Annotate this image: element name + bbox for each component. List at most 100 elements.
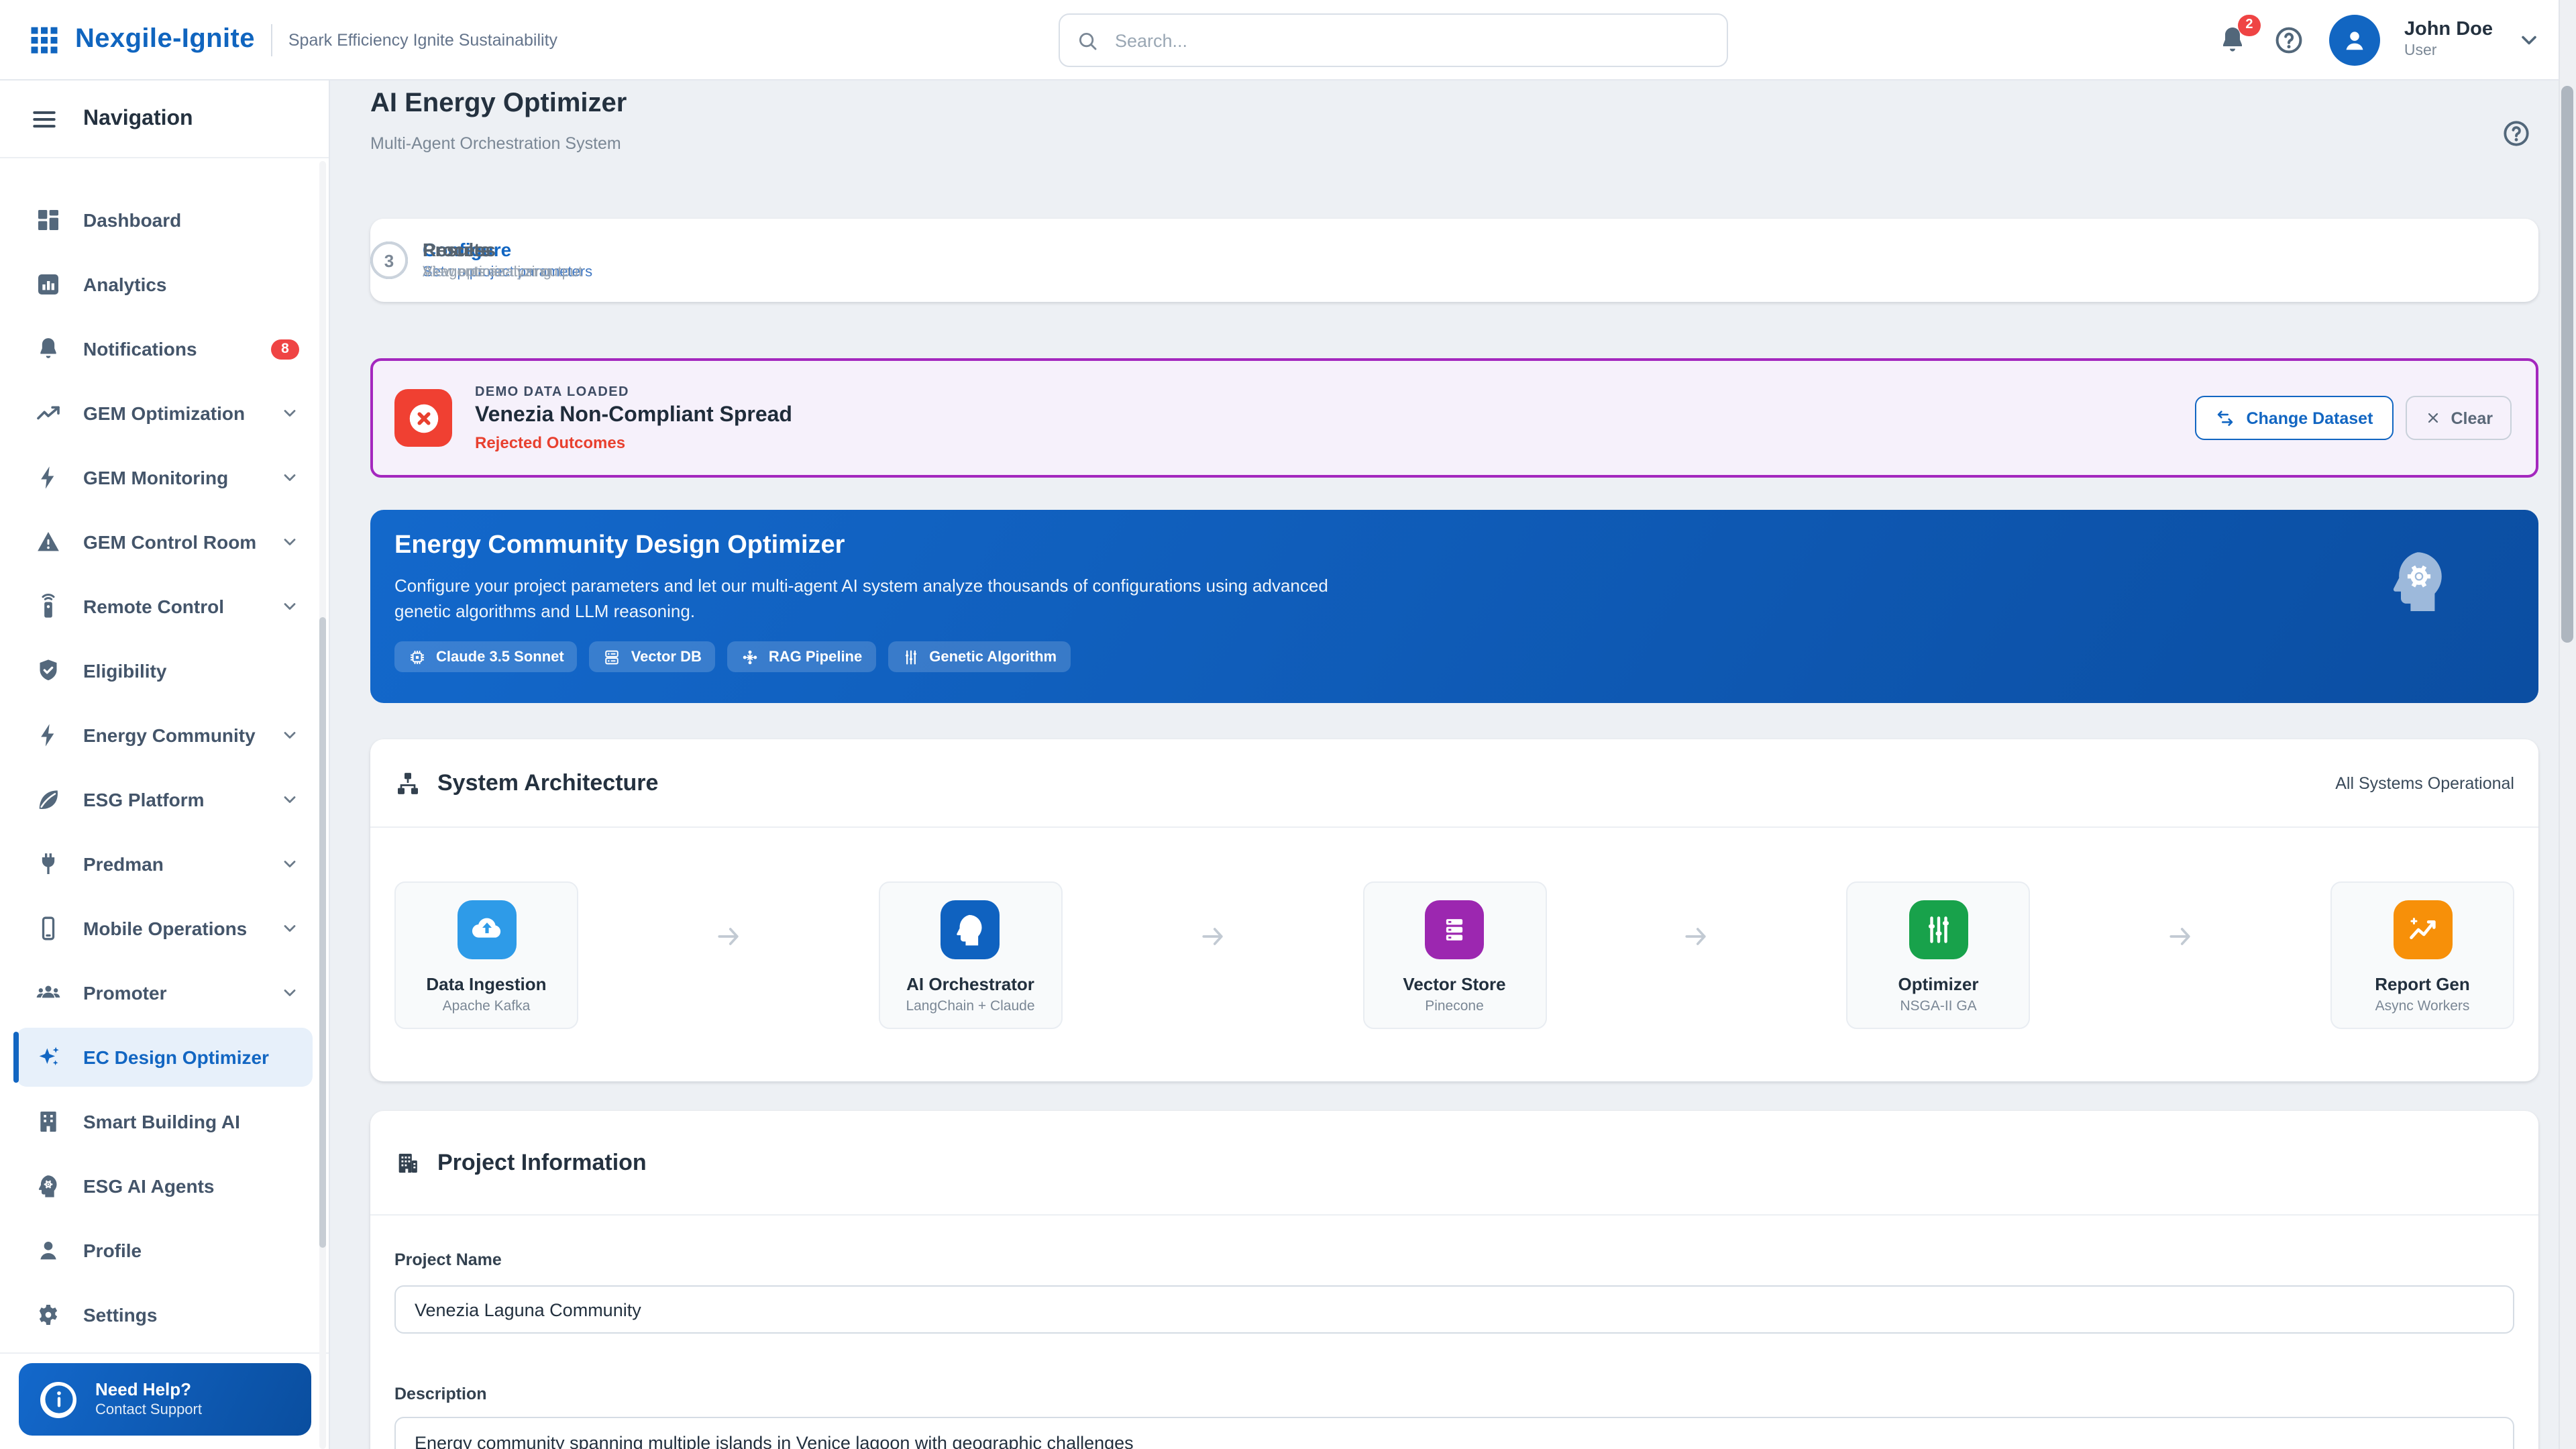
header-actions: 2 John Doe User (2216, 14, 2576, 65)
demo-banner-title: Venezia Non-Compliant Spread (475, 403, 2195, 427)
help-card-title: Need Help? (95, 1379, 202, 1401)
sidebar-item-esg-ai-agents[interactable]: ESG AI Agents (16, 1157, 313, 1216)
app-root: Nexgile-Ignite Spark Efficiency Ignite S… (0, 0, 2576, 1449)
sidebar-item-ec-design-optimizer[interactable]: EC Design Optimizer (16, 1028, 313, 1087)
chevron-down-icon (280, 983, 299, 1002)
menu-icon[interactable] (30, 104, 59, 133)
arrow-right-icon (1546, 922, 1847, 951)
top-header: Nexgile-Ignite Spark Efficiency Ignite S… (0, 0, 2576, 80)
project-name-input[interactable] (394, 1285, 2514, 1334)
node-ai-orchestrator: AI Orchestrator LangChain + Claude (879, 881, 1063, 1029)
user-name: John Doe (2404, 19, 2493, 42)
sidebar-scrollbar-thumb[interactable] (319, 617, 326, 1248)
server-rows-icon (1425, 900, 1484, 959)
demo-data-banner: DEMO DATA LOADED Venezia Non-Compliant S… (370, 358, 2538, 478)
page-scrollbar-track[interactable] (2559, 0, 2576, 1449)
chevron-down-icon (280, 726, 299, 745)
person-icon (35, 1237, 62, 1264)
description-textarea[interactable]: Energy community spanning multiple islan… (394, 1417, 2514, 1449)
sidebar-item-gem-control-room[interactable]: GEM Control Room (16, 513, 313, 572)
architecture-status: All Systems Operational (2335, 773, 2514, 792)
notifications-button[interactable]: 2 (2216, 23, 2249, 56)
sidebar-item-analytics[interactable]: Analytics (16, 255, 313, 314)
help-icon[interactable] (2273, 23, 2305, 56)
node-report-gen: Report Gen Async Workers (2330, 881, 2514, 1029)
sidebar-items: Dashboard Analytics Notifications8 GEM O… (0, 158, 329, 1344)
step-3-circle: 3 (370, 241, 408, 279)
change-dataset-button[interactable]: Change Dataset (2195, 396, 2393, 440)
clear-button[interactable]: Clear (2405, 396, 2512, 440)
user-menu-chevron-icon[interactable] (2517, 28, 2541, 52)
leaf-icon (35, 786, 62, 813)
workflow-stepper: Configure Set up project parameters 2 Pr… (370, 219, 2538, 302)
arrow-right-icon (578, 922, 879, 951)
sidebar-item-mobile-operations[interactable]: Mobile Operations (16, 899, 313, 958)
dashboard-icon (35, 207, 62, 233)
sliders-vertical-icon (1909, 900, 1968, 959)
swap-icon (2215, 408, 2235, 428)
brand-group: Nexgile-Ignite Spark Efficiency Ignite S… (0, 22, 557, 57)
ai-head-gear-icon (2383, 545, 2455, 617)
sidebar-item-energy-community[interactable]: Energy Community (16, 706, 313, 765)
sidebar-header: Navigation (0, 80, 329, 158)
demo-banner-tag: Rejected Outcomes (475, 433, 2195, 451)
search-input[interactable] (1112, 29, 1711, 52)
need-help-card[interactable]: Need Help? Contact Support (19, 1363, 311, 1436)
sidebar-item-gem-optimization[interactable]: GEM Optimization (16, 384, 313, 443)
arrow-right-icon (2031, 922, 2331, 951)
sidebar-item-notifications[interactable]: Notifications8 (16, 319, 313, 378)
node-data-ingestion: Data Ingestion Apache Kafka (394, 881, 578, 1029)
sidebar-item-dashboard[interactable]: Dashboard (16, 191, 313, 250)
search-icon (1076, 29, 1099, 52)
sidebar-item-esg-platform[interactable]: ESG Platform (16, 770, 313, 829)
user-info: John Doe User (2404, 19, 2493, 60)
sitemap-icon (394, 769, 421, 796)
rejected-x-circle-icon (394, 389, 452, 447)
sidebar-item-predman[interactable]: Predman (16, 835, 313, 894)
trending-up-icon (35, 400, 62, 427)
sidebar-item-promoter[interactable]: Promoter (16, 963, 313, 1022)
node-vector-store: Vector Store Pinecone (1362, 881, 1546, 1029)
chart-sparkle-icon (2393, 900, 2452, 959)
sidebar-item-smart-building-ai[interactable]: Smart Building AI (16, 1092, 313, 1151)
avatar-user-icon (2340, 25, 2369, 54)
analytics-icon (35, 271, 62, 298)
head-gear-icon (941, 900, 1000, 959)
sidebar-item-remote-control[interactable]: Remote Control (16, 577, 313, 636)
project-name-label: Project Name (394, 1250, 502, 1269)
cloud-upload-icon (457, 900, 516, 959)
project-info-header: Project Information (370, 1111, 2538, 1216)
architecture-title: System Architecture (437, 769, 2335, 796)
page-help-icon[interactable] (2501, 118, 2532, 149)
global-search[interactable] (1059, 13, 1728, 67)
page-scrollbar-thumb[interactable] (2561, 86, 2573, 643)
user-role: User (2404, 42, 2493, 60)
demo-banner-text: DEMO DATA LOADED Venezia Non-Compliant S… (475, 384, 2195, 451)
sidebar-item-gem-monitoring[interactable]: GEM Monitoring (16, 448, 313, 507)
brand-tagline: Spark Efficiency Ignite Sustainability (288, 30, 557, 49)
system-architecture-card: System Architecture All Systems Operatio… (370, 739, 2538, 1081)
sidebar-item-profile[interactable]: Profile (16, 1221, 313, 1280)
remote-icon (35, 593, 62, 620)
sidebar-item-settings[interactable]: Settings (16, 1285, 313, 1344)
bolt-icon (35, 464, 62, 491)
description-label: Description (394, 1385, 487, 1403)
sidebar-title: Navigation (83, 107, 193, 131)
chip-claude: Claude 3.5 Sonnet (394, 641, 578, 672)
close-icon (2424, 409, 2441, 427)
database-icon (603, 647, 622, 666)
sidebar-item-eligibility[interactable]: Eligibility (16, 641, 313, 700)
bell-icon (35, 335, 62, 362)
sidebar-nav: Navigation Dashboard Analytics Notificat… (0, 80, 330, 1449)
step-results[interactable]: 3 Results View optimization output (370, 219, 582, 302)
user-avatar[interactable] (2329, 14, 2380, 65)
info-icon (40, 1381, 76, 1417)
gear-icon (35, 1301, 62, 1328)
chevron-down-icon (280, 919, 299, 938)
mobile-icon (35, 915, 62, 942)
optimizer-hero-card: Energy Community Design Optimizer Config… (370, 510, 2538, 703)
chevron-down-icon (280, 468, 299, 487)
people-icon (35, 979, 62, 1006)
architecture-header: System Architecture All Systems Operatio… (370, 739, 2538, 828)
chevron-down-icon (280, 404, 299, 423)
